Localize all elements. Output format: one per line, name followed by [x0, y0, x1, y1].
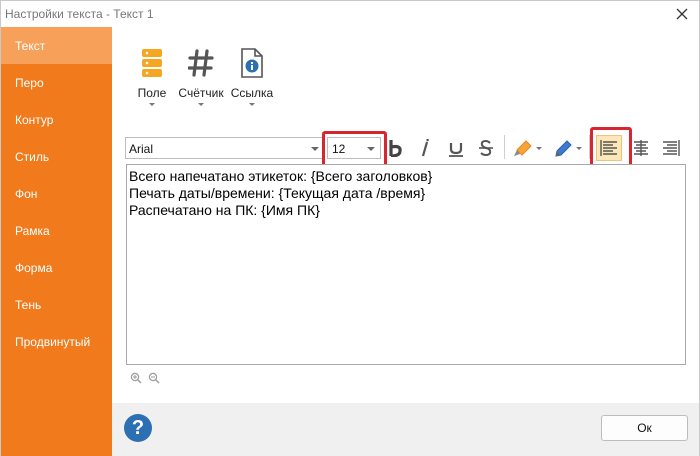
strikethrough-button[interactable] [474, 135, 498, 161]
text-settings-window: Настройки текста - Текст 1 Текст Перо Ко… [0, 0, 700, 456]
chevron-down-icon [535, 146, 542, 150]
counter-label: Счётчик [178, 86, 224, 100]
toolbar-separator [504, 135, 505, 159]
highlight-color-button[interactable] [510, 135, 544, 161]
italic-icon [421, 139, 429, 157]
sidebar-item-label: Текст [15, 38, 46, 53]
align-right-button[interactable] [658, 135, 684, 161]
pen-icon [554, 140, 572, 157]
chevron-down-icon [198, 103, 204, 106]
bold-button[interactable] [384, 135, 408, 161]
ok-label: Ок [637, 421, 652, 435]
sidebar-item-pen[interactable]: Перо [1, 64, 112, 101]
document-info-icon [236, 47, 268, 79]
link-button[interactable]: Ссылка [227, 47, 277, 117]
chevron-down-icon [367, 147, 375, 151]
link-label: Ссылка [230, 86, 274, 100]
chevron-down-icon [311, 147, 319, 151]
align-center-icon [634, 140, 648, 156]
editor-line: Печать даты/времени: {Текущая дата /врем… [129, 185, 426, 201]
text-color-button[interactable] [550, 135, 584, 161]
zoom-out-icon [148, 372, 160, 384]
font-size-value: 12 [332, 142, 346, 156]
highlighter-icon [513, 140, 532, 156]
editor-line: Всего напечатано этикеток: {Всего заголо… [129, 168, 433, 184]
database-icon [136, 47, 168, 79]
dialog-footer: ? Ок [112, 403, 699, 456]
toolbar-separator [589, 135, 590, 159]
sidebar-item-label: Контур [15, 112, 54, 127]
ok-button[interactable]: Ок [601, 415, 688, 441]
sidebar: Текст Перо Контур Стиль Фон Рамка Форма … [1, 27, 112, 456]
zoom-in-button[interactable] [130, 372, 144, 384]
sidebar-item-style[interactable]: Стиль [1, 138, 112, 175]
sidebar-item-outline[interactable]: Контур [1, 101, 112, 138]
sidebar-item-label: Тень [15, 297, 42, 312]
sidebar-item-label: Фон [15, 186, 38, 201]
window-title: Настройки текста - Текст 1 [5, 7, 154, 21]
close-icon [676, 8, 688, 20]
font-family-select[interactable]: Arial [125, 137, 325, 159]
zoom-out-button[interactable] [148, 372, 162, 384]
font-size-select[interactable]: 12 [327, 137, 381, 159]
titlebar: Настройки текста - Текст 1 [1, 1, 699, 27]
sidebar-item-label: Форма [15, 260, 53, 275]
chevron-down-icon [249, 103, 255, 106]
align-center-button[interactable] [628, 135, 654, 161]
main-content: Поле Счётчик Ссылка Arial 12 Всего напеч… [112, 27, 699, 456]
sidebar-item-label: Продвинутый [15, 334, 91, 349]
field-label: Поле [137, 86, 167, 100]
sidebar-item-label: Перо [15, 75, 44, 90]
help-button[interactable]: ? [124, 414, 152, 442]
sidebar-item-text[interactable]: Текст [1, 27, 112, 64]
sidebar-item-background[interactable]: Фон [1, 175, 112, 212]
text-editor[interactable]: Всего напечатано этикеток: {Всего заголо… [126, 164, 686, 365]
sidebar-item-frame[interactable]: Рамка [1, 212, 112, 249]
italic-button[interactable] [413, 135, 437, 161]
align-right-icon [663, 140, 680, 156]
field-button[interactable]: Поле [127, 47, 177, 117]
sidebar-item-shape[interactable]: Форма [1, 249, 112, 286]
underline-icon [449, 143, 463, 157]
bold-icon [389, 140, 402, 157]
help-icon: ? [131, 416, 145, 439]
strikethrough-icon [479, 139, 493, 157]
close-button[interactable] [671, 4, 693, 24]
underline-button[interactable] [444, 135, 468, 161]
sidebar-item-label: Стиль [15, 149, 50, 164]
sidebar-item-advanced[interactable]: Продвинутый [1, 323, 112, 360]
counter-button[interactable]: Счётчик [176, 47, 226, 117]
font-family-value: Arial [129, 142, 154, 156]
editor-line: Распечатано на ПК: {Имя ПК} [129, 202, 320, 218]
sidebar-item-shadow[interactable]: Тень [1, 286, 112, 323]
zoom-in-icon [130, 372, 142, 384]
chevron-down-icon [149, 103, 155, 106]
chevron-down-icon [575, 146, 582, 150]
align-left-icon [600, 140, 617, 156]
align-left-button[interactable] [596, 135, 622, 161]
sidebar-item-label: Рамка [15, 223, 50, 238]
hash-icon [185, 47, 217, 79]
